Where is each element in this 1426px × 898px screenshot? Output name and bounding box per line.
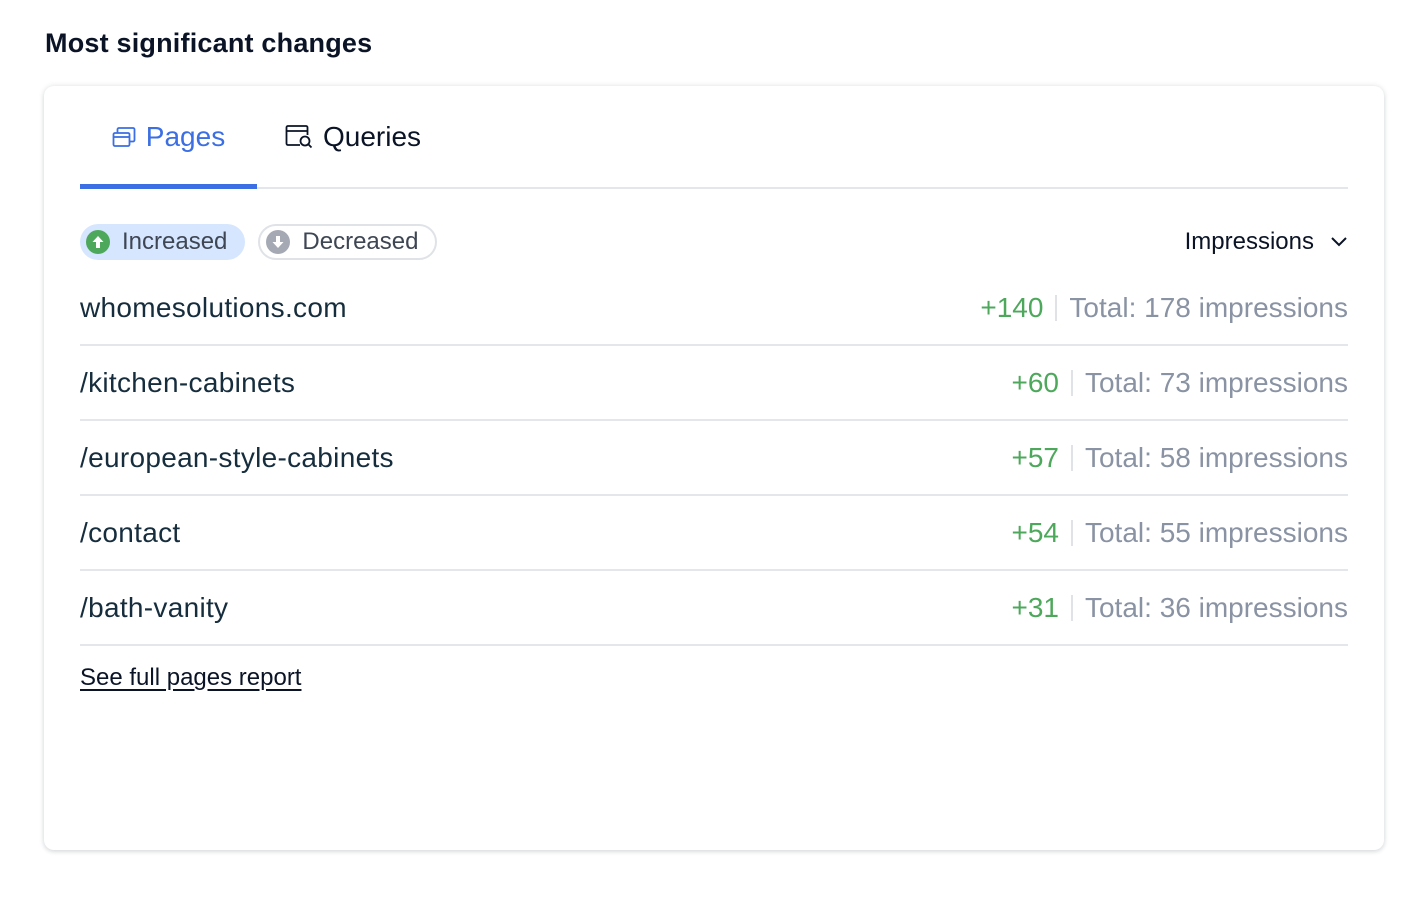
total-value: Total: 55 impressions	[1084, 516, 1348, 548]
change-value: +57	[1011, 441, 1059, 473]
change-value: +31	[1011, 591, 1059, 623]
changes-card: Pages Queries Increased Decreased Impres…	[44, 86, 1384, 850]
arrow-down-icon	[266, 230, 291, 254]
change-value: +54	[1011, 516, 1059, 548]
page-path: /european-style-cabinets	[80, 441, 394, 473]
stat-divider	[1070, 444, 1073, 471]
page-path: /contact	[80, 516, 181, 548]
chevron-down-icon	[1330, 236, 1348, 248]
page-path: whomesolutions.com	[80, 291, 347, 323]
increased-filter-chip[interactable]: Increased	[80, 224, 246, 260]
page-stats: +140 Total: 178 impressions	[980, 292, 1348, 324]
queries-search-icon	[285, 124, 313, 150]
tab-pages-label: Pages	[145, 120, 226, 152]
stat-divider	[1070, 594, 1073, 621]
list-item[interactable]: /kitchen-cabinets +60 Total: 73 impressi…	[80, 346, 1348, 421]
total-value: Total: 58 impressions	[1084, 441, 1348, 473]
section-title: Most significant changes	[45, 28, 373, 58]
full-pages-report-link[interactable]: See full pages report	[80, 664, 301, 692]
page-stats: +57 Total: 58 impressions	[1011, 442, 1348, 474]
arrow-up-icon	[86, 230, 110, 254]
total-value: Total: 73 impressions	[1084, 366, 1348, 398]
page-stats: +54 Total: 55 impressions	[1011, 517, 1348, 549]
list-item[interactable]: whomesolutions.com +140 Total: 178 impre…	[80, 271, 1348, 346]
change-value: +140	[980, 291, 1044, 323]
page-path: /kitchen-cabinets	[80, 366, 296, 398]
tab-bar: Pages Queries	[80, 86, 1348, 189]
decreased-filter-label: Decreased	[302, 228, 419, 255]
change-value: +60	[1011, 366, 1059, 398]
pages-icon	[112, 126, 136, 148]
page-stats: +60 Total: 73 impressions	[1011, 367, 1348, 399]
page-stats: +31 Total: 36 impressions	[1011, 592, 1348, 624]
stat-divider	[1070, 519, 1073, 546]
tab-queries-label: Queries	[323, 120, 422, 152]
decreased-filter-chip[interactable]: Decreased	[258, 224, 438, 260]
list-item[interactable]: /european-style-cabinets +57 Total: 58 i…	[80, 421, 1348, 496]
change-filter: Increased Decreased	[80, 224, 438, 260]
metric-dropdown-label: Impressions	[1184, 228, 1314, 255]
changes-list: whomesolutions.com +140 Total: 178 impre…	[80, 271, 1348, 646]
metric-dropdown[interactable]: Impressions	[1185, 228, 1348, 256]
total-value: Total: 178 impressions	[1069, 291, 1348, 323]
list-item[interactable]: /contact +54 Total: 55 impressions	[80, 496, 1348, 571]
stat-divider	[1070, 369, 1073, 396]
stat-divider	[1055, 294, 1058, 321]
list-item[interactable]: /bath-vanity +31 Total: 36 impressions	[80, 571, 1348, 646]
increased-filter-label: Increased	[122, 228, 228, 255]
tab-pages[interactable]: Pages	[80, 86, 257, 189]
tab-queries[interactable]: Queries	[285, 86, 421, 187]
total-value: Total: 36 impressions	[1084, 591, 1348, 623]
page-path: /bath-vanity	[80, 591, 229, 623]
